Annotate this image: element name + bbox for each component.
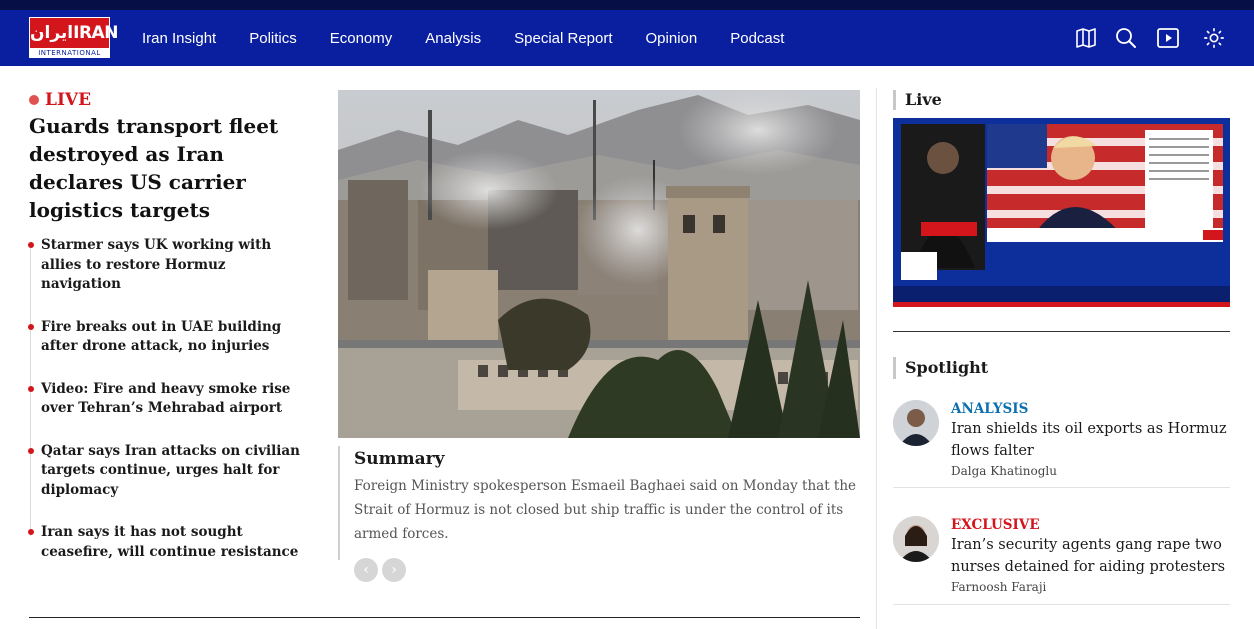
next-arrow-icon[interactable]: › <box>382 558 406 582</box>
logo-subtitle: INTERNATIONAL <box>38 49 101 57</box>
live-block: LIVE Guards transport fleet destroyed as… <box>27 88 309 562</box>
utility-icon[interactable] <box>1176 0 1194 6</box>
live-update-item[interactable]: Qatar says Iran attacks on civilian targ… <box>27 442 309 501</box>
spotlight-item[interactable]: ANALYSIS Iran shields its oil exports as… <box>893 400 1230 488</box>
main-nav: Iran Insight Politics Economy Analysis S… <box>142 10 817 66</box>
video-play-icon[interactable] <box>1156 26 1180 50</box>
spotlight-title[interactable]: Iran shields its oil exports as Hormuz f… <box>951 418 1231 462</box>
live-divider <box>893 331 1230 332</box>
hero-image[interactable] <box>338 90 860 438</box>
live-update-item[interactable]: Video: Fire and heavy smoke rise over Te… <box>27 380 309 419</box>
author-avatar <box>893 400 939 446</box>
top-strip <box>0 0 1254 10</box>
nav-item-special-report[interactable]: Special Report <box>514 30 612 47</box>
spotlight-title[interactable]: Iran’s security agents gang rape two nur… <box>951 534 1231 578</box>
sun-icon[interactable] <box>1203 27 1225 49</box>
nav-item-opinion[interactable]: Opinion <box>646 30 698 47</box>
summary-pager: ‹ › <box>354 558 860 582</box>
nav-item-analysis[interactable]: Analysis <box>425 30 481 47</box>
search-icon[interactable] <box>1114 26 1138 50</box>
summary-heading: Summary <box>354 449 445 469</box>
nav-item-economy[interactable]: Economy <box>330 30 393 47</box>
summary-text: Foreign Ministry spokesperson Esmaeil Ba… <box>354 478 857 542</box>
live-dot-icon <box>29 95 39 105</box>
spotlight-kicker: ANALYSIS <box>951 401 1029 417</box>
nav-item-politics[interactable]: Politics <box>249 30 297 47</box>
nav-item-iran-insight[interactable]: Iran Insight <box>142 30 216 47</box>
live-video-player[interactable] <box>893 118 1230 307</box>
spotlight-divider <box>893 604 1230 605</box>
prev-arrow-icon[interactable]: ‹ <box>354 558 378 582</box>
section-divider <box>29 617 860 618</box>
live-update-item[interactable]: Starmer says UK working with allies to r… <box>27 236 309 295</box>
spotlight-divider <box>893 487 1230 488</box>
spotlight-kicker: EXCLUSIVE <box>951 517 1040 533</box>
lead-headline[interactable]: Guards transport fleet destroyed as Iran… <box>29 112 309 224</box>
live-update-item[interactable]: Fire breaks out in UAE building after dr… <box>27 318 309 357</box>
spotlight-heading: Spotlight <box>893 357 988 379</box>
nav-item-podcast[interactable]: Podcast <box>730 30 784 47</box>
live-updates-list: Starmer says UK working with allies to r… <box>27 236 309 562</box>
logo-mark: ايرانIRAN <box>30 18 118 48</box>
spotlight-author: Dalga Khatinoglu <box>951 464 1057 478</box>
map-icon[interactable] <box>1074 26 1098 50</box>
site-header: ايرانIRAN INTERNATIONAL Iran Insight Pol… <box>0 10 1254 66</box>
summary-panel: Summary Foreign Ministry spokesperson Es… <box>338 446 860 582</box>
spotlight-item[interactable]: EXCLUSIVE Iran’s security agents gang ra… <box>893 516 1230 604</box>
site-logo[interactable]: ايرانIRAN INTERNATIONAL <box>29 17 118 58</box>
author-avatar <box>893 516 939 562</box>
live-badge: LIVE <box>29 88 309 112</box>
column-divider <box>876 88 877 629</box>
live-heading: Live <box>893 90 942 110</box>
live-update-item[interactable]: Iran says it has not sought ceasefire, w… <box>27 523 309 562</box>
spotlight-author: Farnoosh Faraji <box>951 580 1047 594</box>
